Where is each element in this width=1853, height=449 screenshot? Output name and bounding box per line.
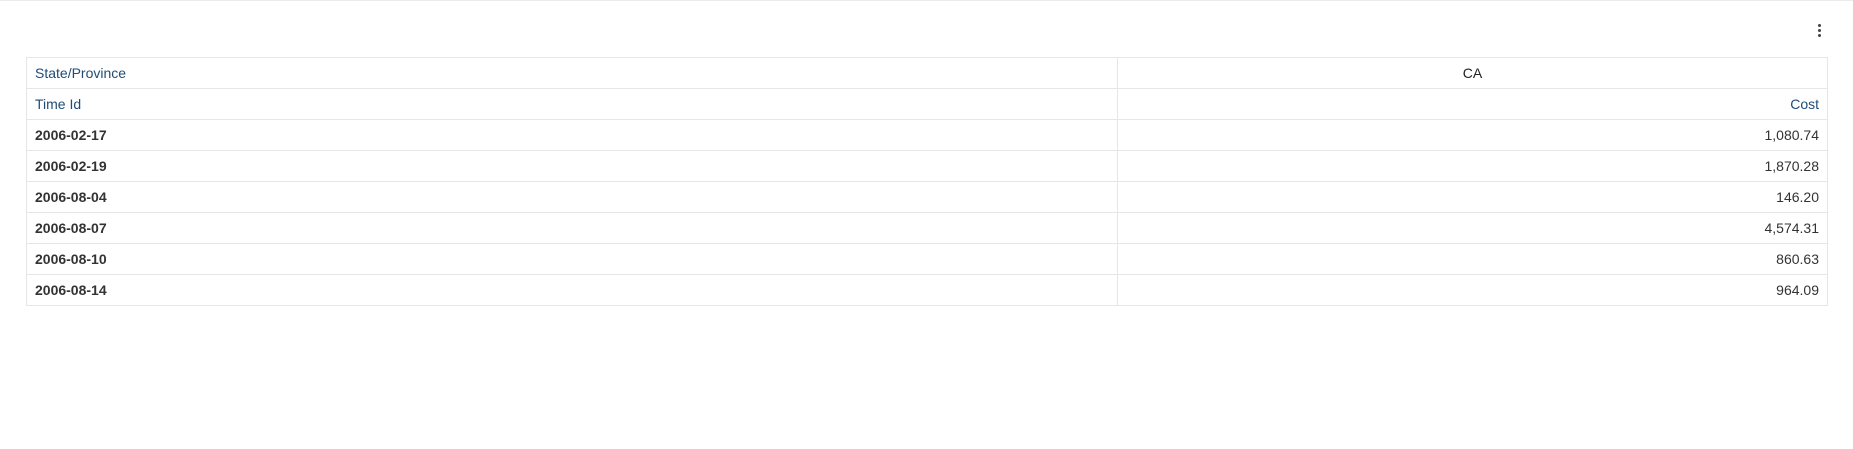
measure-label[interactable]: Cost [1117, 88, 1828, 120]
table-row: 2006-02-17 1,080.74 [26, 119, 1828, 151]
cost-cell[interactable]: 4,574.31 [1117, 212, 1828, 244]
table-row: 2006-08-10 860.63 [26, 243, 1828, 275]
cost-cell[interactable]: 964.09 [1117, 274, 1828, 306]
pivot-panel: State/Province CA Time Id Cost 2006-02-1… [0, 0, 1853, 449]
menu-dot [1817, 33, 1821, 37]
time-id-cell[interactable]: 2006-02-17 [26, 119, 1118, 151]
cost-cell[interactable]: 1,870.28 [1117, 150, 1828, 182]
column-dimension-value[interactable]: CA [1117, 57, 1828, 89]
cost-cell[interactable]: 1,080.74 [1117, 119, 1828, 151]
pivot-table: State/Province CA Time Id Cost 2006-02-1… [26, 57, 1828, 306]
row-dimension-label[interactable]: Time Id [26, 88, 1118, 120]
time-id-cell[interactable]: 2006-02-19 [26, 150, 1118, 182]
cost-cell[interactable]: 860.63 [1117, 243, 1828, 275]
menu-dot [1817, 23, 1821, 27]
column-header-row: State/Province CA [26, 57, 1828, 89]
measure-header-row: Time Id Cost [26, 88, 1828, 120]
time-id-cell[interactable]: 2006-08-10 [26, 243, 1118, 275]
more-options-icon[interactable] [1809, 17, 1829, 43]
table-row: 2006-08-14 964.09 [26, 274, 1828, 306]
menu-dot [1817, 28, 1821, 32]
table-row: 2006-02-19 1,870.28 [26, 150, 1828, 182]
time-id-cell[interactable]: 2006-08-07 [26, 212, 1118, 244]
cost-cell[interactable]: 146.20 [1117, 181, 1828, 213]
table-row: 2006-08-04 146.20 [26, 181, 1828, 213]
column-dimension-label[interactable]: State/Province [26, 57, 1118, 89]
time-id-cell[interactable]: 2006-08-14 [26, 274, 1118, 306]
time-id-cell[interactable]: 2006-08-04 [26, 181, 1118, 213]
table-row: 2006-08-07 4,574.31 [26, 212, 1828, 244]
